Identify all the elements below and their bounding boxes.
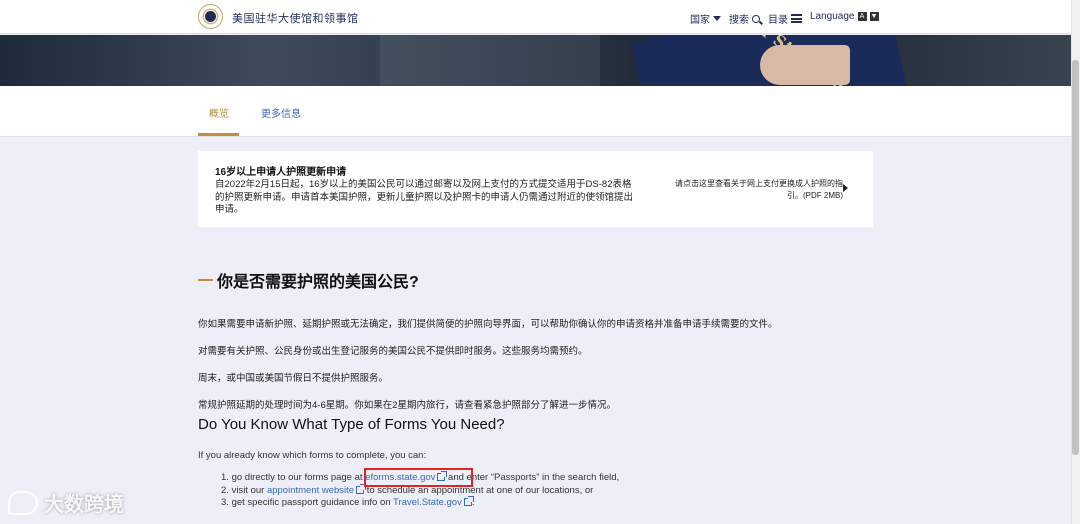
nav-search-label: 搜索 — [729, 15, 749, 26]
watermark-text: 大数跨境 — [44, 494, 124, 516]
list-number: 2. — [221, 485, 229, 496]
forms-intro: If you already know which forms to compl… — [198, 450, 427, 461]
section-heading-text: 你是否需要护照的美国公民? — [217, 274, 419, 291]
paragraph: 对需要有关护照、公民身份或出生登记服务的美国公民不提供即时服务。这些服务均需预约… — [198, 346, 588, 357]
chevron-down-icon — [713, 16, 721, 21]
tab-overview[interactable]: 概览 — [209, 105, 229, 120]
appointment-link[interactable]: appointment website — [267, 485, 354, 496]
hero-banner-image: United St of Ame — [0, 35, 1071, 86]
nav-country-label: 国家 — [690, 15, 710, 26]
search-icon — [752, 14, 760, 23]
hand-image — [760, 45, 850, 85]
list-text: get specific passport guidance info on — [231, 497, 394, 508]
nav-language[interactable]: Language A ▼ — [810, 11, 879, 22]
watermark: 大数跨境 — [8, 488, 124, 517]
chevron-right-icon[interactable] — [843, 184, 848, 192]
nav-search[interactable]: 搜索 — [729, 11, 760, 26]
annotation-highlight-box — [364, 468, 473, 487]
language-icon: A — [857, 12, 867, 21]
site-name[interactable]: 美国驻华大使馆和领事馆 — [232, 10, 359, 26]
forms-heading: Do You Know What Type of Forms You Need? — [198, 416, 505, 433]
seal-center — [205, 11, 216, 22]
menu-icon — [791, 14, 802, 23]
notice-title: 16岁以上申请人护照更新申请 — [215, 167, 347, 178]
scrollbar[interactable] — [1071, 0, 1080, 524]
paragraph: 常规护照延期的处理时间为4-6星期。你如果在2星期内旅行，请查看紧急护照部分了解… — [198, 400, 617, 411]
nav-menu-label: 目录 — [768, 15, 788, 26]
top-navigation-bar: 美国驻华大使馆和领事馆 国家 搜索 目录 Language A ▼ — [0, 0, 1071, 34]
notice-link[interactable]: 请点击这里查看关于网上支付更换成人护照的指引。(PDF 2MB) — [661, 178, 843, 202]
list-text: go directly to our forms page at — [231, 472, 366, 483]
notice-body: 自2022年2月15日起，16岁以上的美国公民可以通过邮寄以及网上支付的方式提交… — [215, 179, 634, 215]
tab-more-info[interactable]: 更多信息 — [261, 105, 301, 120]
nav-menu[interactable]: 目录 — [768, 11, 802, 26]
travel-state-link[interactable]: Travel.State.gov — [393, 497, 462, 508]
embassy-seal-logo[interactable] — [198, 4, 223, 29]
external-link-icon[interactable] — [356, 484, 367, 494]
nav-language-label: Language — [810, 11, 855, 22]
page-tabs: 概览 更多信息 — [0, 86, 1071, 137]
list-number: 1. — [221, 472, 229, 483]
notice-card: 16岁以上申请人护照更新申请 自2022年2月15日起，16岁以上的美国公民可以… — [198, 151, 873, 227]
language-dropdown-icon: ▼ — [869, 12, 879, 21]
external-link-icon[interactable] — [463, 496, 474, 506]
heading-accent-bar — [198, 279, 213, 281]
paragraph: 周末，或中国或美国节假日不提供护照服务。 — [198, 373, 389, 384]
section-heading: 你是否需要护照的美国公民? — [198, 268, 419, 292]
paragraph: 你如果需要申请新护照、延期护照或无法确定，我们提供简便的护照向导界面，可以帮助你… — [198, 319, 778, 330]
active-tab-indicator — [198, 133, 239, 136]
hero-highlight — [380, 35, 600, 86]
watermark-logo-icon — [8, 490, 38, 515]
scrollbar-thumb[interactable] — [1072, 60, 1079, 455]
list-item: 3. get specific passport guidance info o… — [221, 496, 474, 508]
nav-country[interactable]: 国家 — [690, 11, 721, 26]
list-number: 3. — [221, 497, 229, 508]
list-text: visit our — [231, 485, 267, 496]
